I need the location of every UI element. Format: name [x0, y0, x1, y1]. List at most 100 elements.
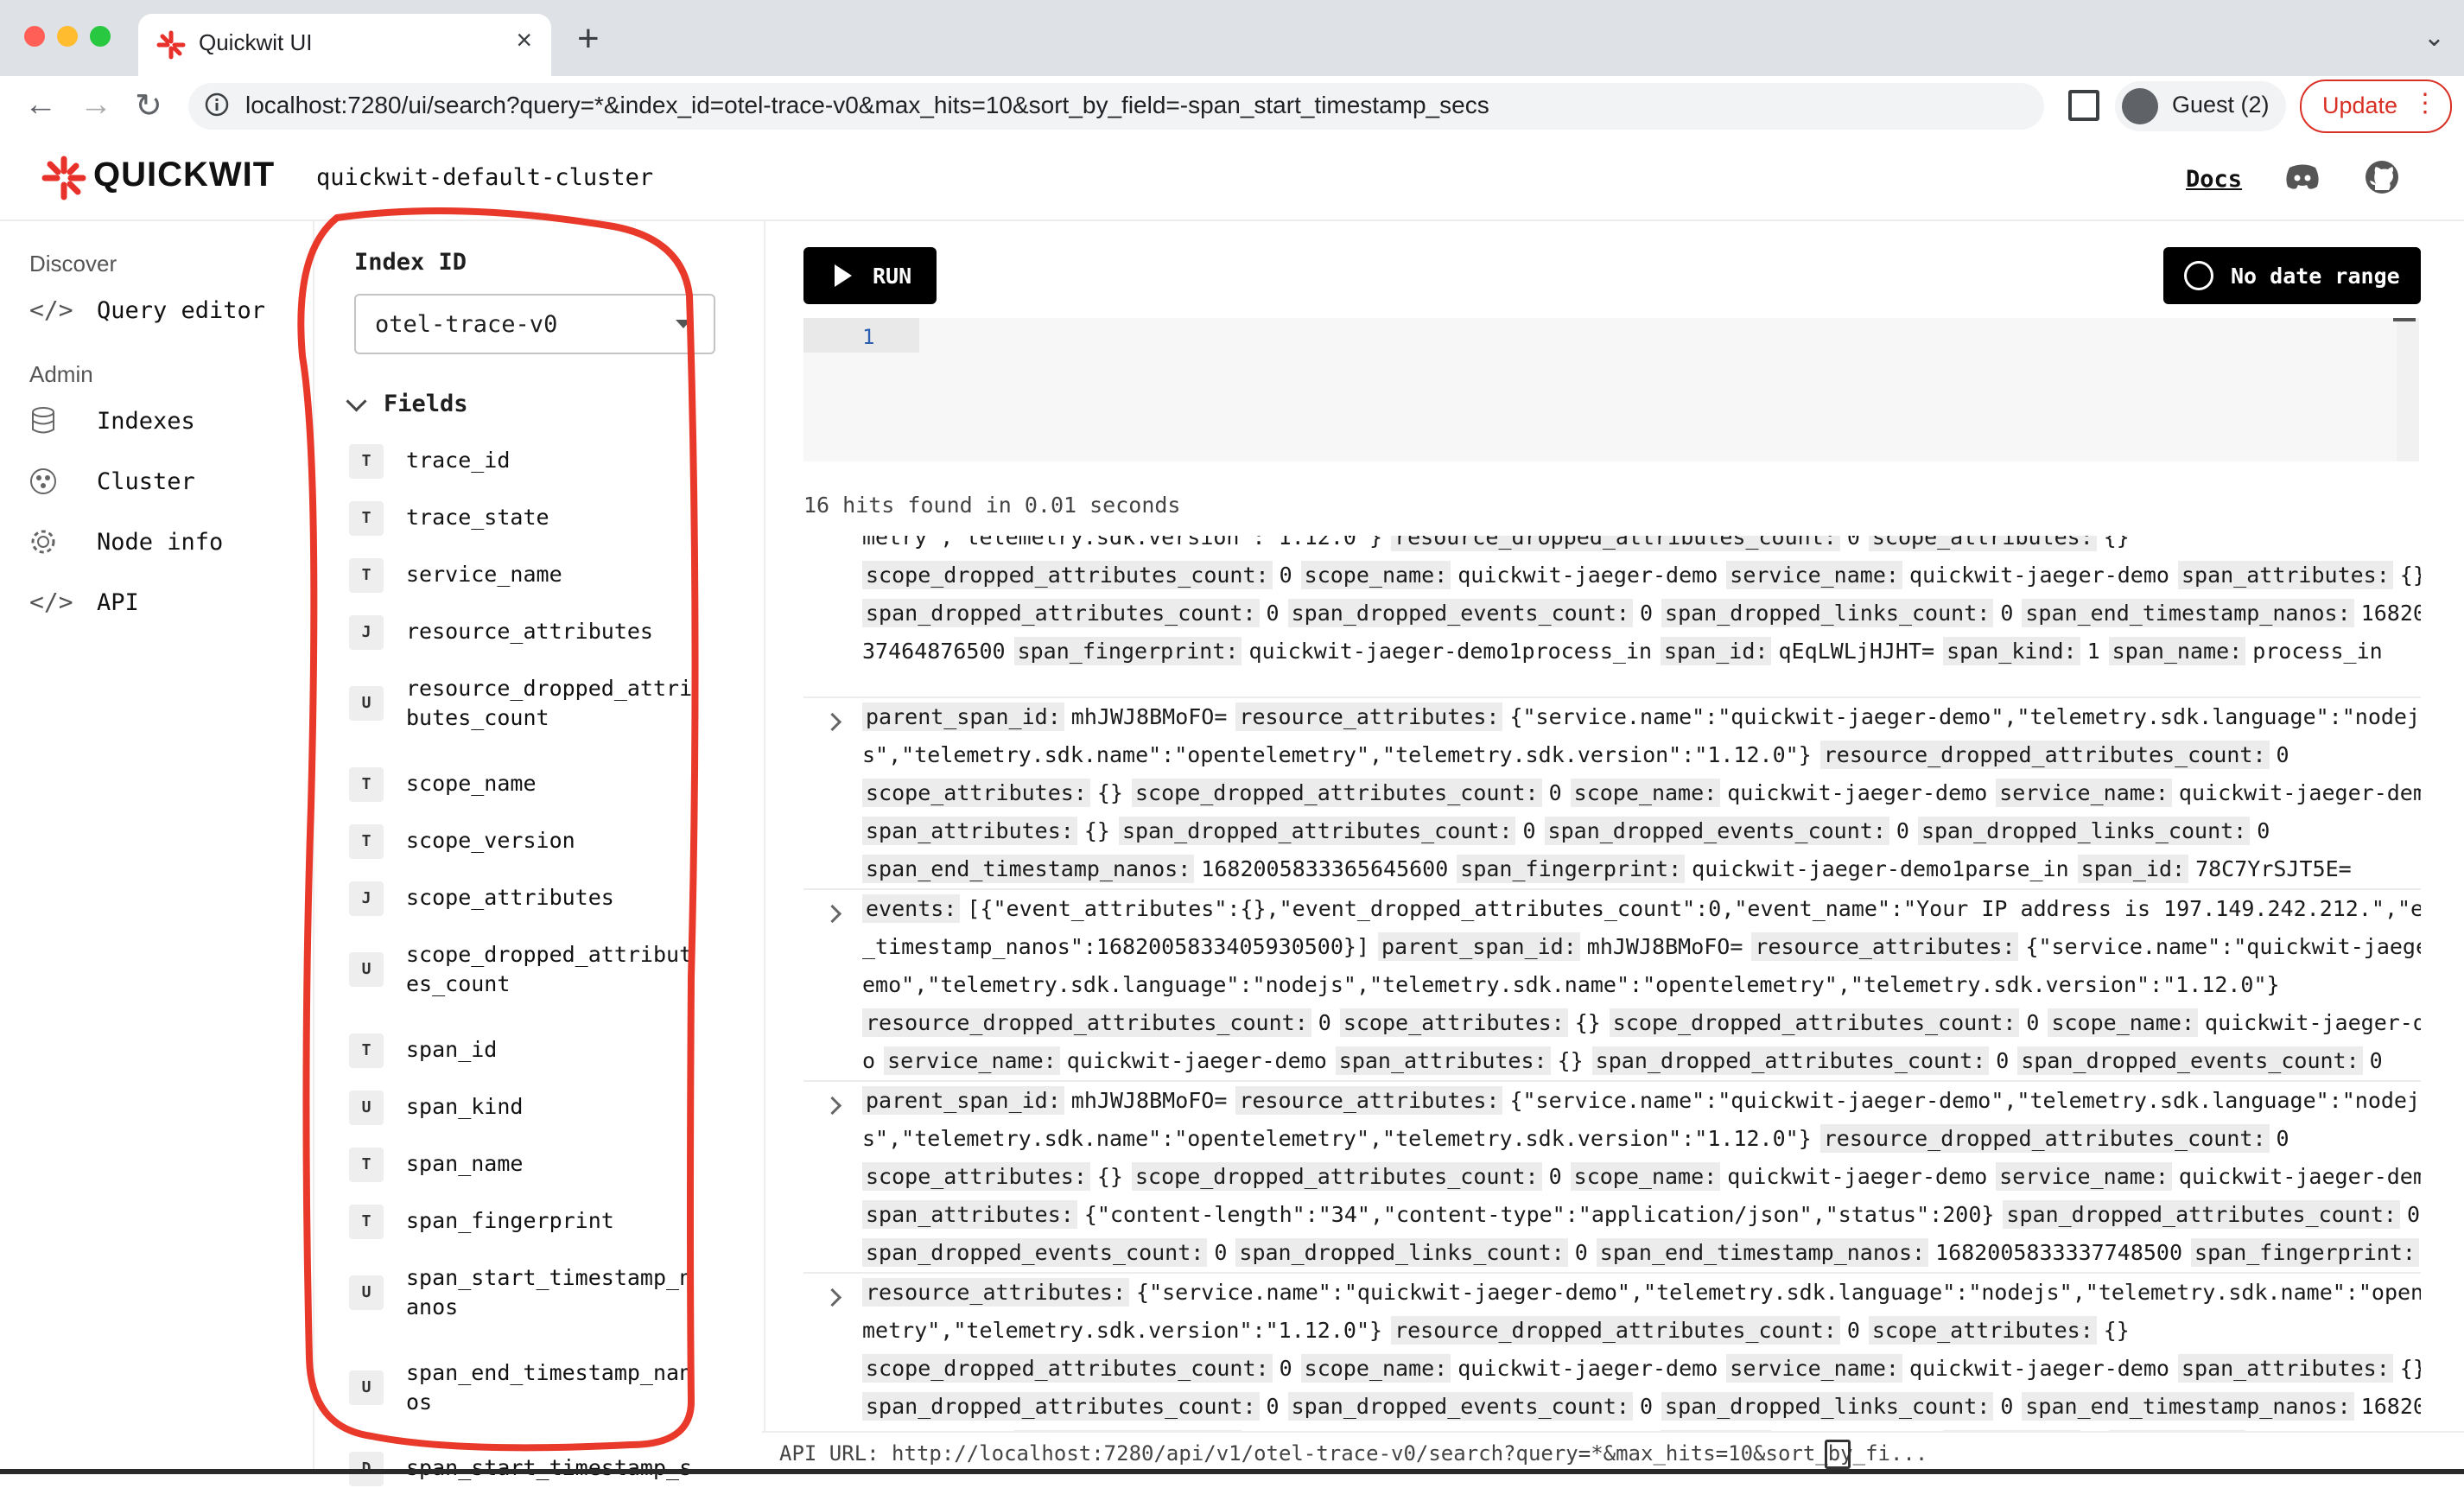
field-key: service_name: — [1726, 1354, 1902, 1383]
field-value: 0 — [1548, 1164, 1562, 1189]
field-value: 1682005833337748500 — [1935, 1240, 2183, 1265]
field-value: o — [862, 1048, 876, 1073]
site-info-icon[interactable] — [204, 92, 230, 118]
field-key: scope_name: — [1570, 779, 1721, 807]
line-number: 1 — [862, 325, 875, 349]
field-key: resource_dropped_attributes_count: — [1819, 1124, 2270, 1153]
update-button[interactable]: Update ⋮ — [2300, 79, 2452, 133]
run-label: RUN — [873, 264, 912, 289]
field-key: span_dropped_links_count: — [1917, 817, 2251, 845]
brand-name[interactable]: QUICKWIT — [93, 156, 275, 194]
sidebar-item-indexes[interactable]: Indexes — [29, 403, 297, 441]
discord-icon[interactable] — [2284, 162, 2321, 192]
result-line: scope_attributes:{} scope_dropped_attribu… — [862, 774, 2421, 812]
expand-chevron-icon[interactable] — [822, 904, 842, 924]
clock-icon — [2184, 261, 2213, 290]
address-bar[interactable]: localhost:7280/ui/search?query=*&index_i… — [188, 83, 2044, 130]
result-line: span_dropped_events_count: 0 span_dropped_… — [862, 1234, 2419, 1272]
result-document: parent_span_id: mhJWJ8BMoFO= resource_attr… — [862, 698, 2421, 888]
result-row[interactable]: events: [{"event_attributes":{},"event_dr… — [803, 888, 2421, 1082]
sidebar-item-cluster[interactable]: Cluster — [29, 463, 297, 501]
expand-chevron-icon[interactable] — [822, 712, 842, 732]
date-range-button[interactable]: No date range — [2163, 247, 2421, 304]
back-icon[interactable]: ← — [24, 86, 57, 124]
query-editor[interactable]: 1 — [803, 318, 2419, 461]
api-url-text[interactable]: API URL: http://localhost:7280/api/v1/ot… — [779, 1441, 1927, 1466]
field-value: {"service.name":"quickwit-jaeger-d — [2025, 934, 2421, 959]
side-panel-icon[interactable] — [2068, 90, 2099, 121]
result-line: span_end_timestamp_nanos: 168200583336564… — [862, 850, 2357, 888]
result-line: parent_span_id: mhJWJ8BMoFO= resource_attr… — [862, 698, 2420, 736]
cluster-name: quickwit-default-cluster — [316, 164, 654, 191]
more-menu-icon[interactable]: ⋮ — [2412, 88, 2438, 118]
quickwit-favicon-icon — [156, 30, 186, 60]
result-row[interactable]: parent_span_id: mhJWJ8BMoFO= resource_attr… — [803, 1080, 2421, 1274]
result-document: events: [{"event_attributes":{},"event_dr… — [862, 890, 2421, 1080]
result-line: span_dropped_attributes_count: 0 span_drop… — [862, 595, 2421, 633]
reload-icon[interactable]: ↻ — [135, 86, 162, 125]
result-row[interactable]: resource_attributes: {"service.name":"qui… — [803, 1272, 2421, 1434]
run-button[interactable]: RUN — [803, 247, 937, 304]
field-key: span_kind: — [1943, 637, 2080, 665]
field-key: span_end_timestamp_nanos: — [2022, 599, 2354, 627]
editor-scrollbar[interactable] — [2397, 318, 2419, 461]
field-key: scope_attributes: — [1868, 536, 2097, 551]
field-value: {} — [1083, 818, 1110, 843]
field-key: scope_dropped_attributes_count: — [862, 1354, 1273, 1383]
tab-search-icon[interactable]: ⌄ — [2423, 22, 2445, 53]
field-value: quickwit-jaeger-demo — [1727, 780, 1988, 805]
sidebar-item-api[interactable]: </> API — [29, 584, 297, 622]
quickwit-logo-icon[interactable] — [41, 156, 86, 200]
github-icon[interactable] — [2364, 159, 2400, 195]
field-value: 0 — [1522, 818, 1536, 843]
field-key: span_end_timestamp_nanos: — [1596, 1238, 1929, 1267]
result-line: metry","telemetry.sdk.version":"1.12.0"}… — [862, 536, 2357, 556]
close-window-icon[interactable] — [24, 26, 45, 47]
field-value: 0 — [1279, 563, 1292, 588]
url-text[interactable]: localhost:7280/ui/search?query=*&index_i… — [245, 92, 1489, 119]
docs-link[interactable]: Docs — [2186, 166, 2242, 193]
field-key: span_dropped_events_count: — [1544, 817, 1889, 845]
forward-icon[interactable]: → — [79, 86, 112, 124]
field-key: scope_name: — [1300, 1354, 1451, 1383]
expand-chevron-icon[interactable] — [822, 1288, 842, 1307]
field-value: {} — [2103, 536, 2130, 550]
result-row[interactable]: parent_span_id: mhJWJ8BMoFO= resource_attr… — [803, 696, 2421, 890]
tab-close-icon[interactable]: × — [516, 24, 532, 56]
play-icon — [835, 264, 852, 287]
result-line: s","telemetry.sdk.name":"opentelemetry",… — [862, 736, 2357, 774]
field-key: span_attributes: — [2177, 561, 2393, 589]
nav-section-discover: Discover — [29, 251, 117, 277]
sidebar-item-query-editor[interactable]: </> Query editor — [29, 292, 297, 330]
field-value: {"service.name":"quickwit-jaeger-demo","… — [1509, 1088, 2421, 1113]
field-key: span_attributes: — [2177, 1354, 2393, 1383]
field-key: scope_attributes: — [862, 1162, 1090, 1191]
result-line: scope_dropped_attributes_count: 0 scope_na… — [862, 556, 2421, 595]
field-value: 0 — [1846, 536, 1860, 550]
browser-tab[interactable]: Quickwit UI × — [138, 14, 551, 76]
profile-button[interactable]: Guest (2) — [2115, 81, 2286, 131]
field-key: span_fingerprint: — [1013, 637, 1242, 665]
field-value: 37464876500 — [862, 639, 1006, 664]
minimize-window-icon[interactable] — [57, 26, 78, 47]
new-tab-button[interactable]: + — [577, 17, 600, 60]
field-key: span_id: — [1661, 637, 1772, 665]
field-key: scope_dropped_attributes_count: — [862, 561, 1273, 589]
field-value: 0 — [2369, 1048, 2383, 1073]
field-key: resource_dropped_attributes_count: — [1819, 741, 2270, 769]
field-value: 0 — [1639, 601, 1654, 626]
field-value: 0 — [2000, 1394, 2014, 1419]
code-icon: </> — [29, 588, 73, 616]
field-key: span_dropped_attributes_count: — [1591, 1046, 1990, 1075]
red-annotation-outline — [297, 207, 699, 1452]
maximize-window-icon[interactable] — [90, 26, 111, 47]
field-key: span_dropped_events_count: — [1287, 599, 1633, 627]
copy-icon[interactable] — [1825, 1440, 1851, 1469]
field-value: quickwit-jaeger-demo — [1457, 1356, 1718, 1381]
field-value: s","telemetry.sdk.name":"opentelemetry",… — [862, 742, 1812, 767]
result-line: emo","telemetry.sdk.language":"nodejs","… — [862, 966, 2357, 1004]
field-value: 0 — [1574, 1240, 1588, 1265]
sidebar-item-node-info[interactable]: Node info — [29, 524, 297, 562]
expand-chevron-icon[interactable] — [822, 1096, 842, 1116]
result-row[interactable]: metry","telemetry.sdk.version":"1.12.0"}… — [803, 536, 2421, 698]
